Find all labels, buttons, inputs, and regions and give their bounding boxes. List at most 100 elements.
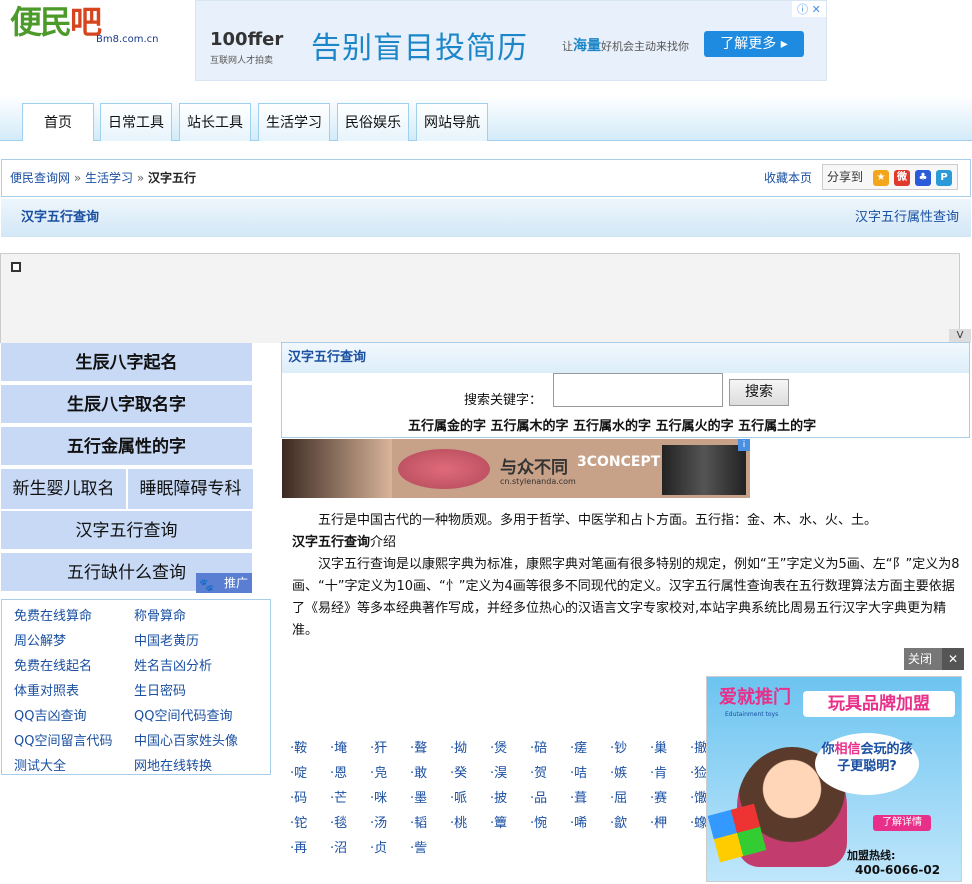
char-link[interactable]: ·聱 bbox=[410, 737, 427, 756]
char-link[interactable]: ·恩 bbox=[330, 762, 347, 781]
char-link[interactable]: ·碚 bbox=[530, 737, 547, 756]
char-link[interactable]: ·再 bbox=[290, 837, 307, 856]
list-item[interactable]: QQ空间代码查询 bbox=[134, 705, 232, 724]
char-link[interactable]: ·柙 bbox=[650, 812, 667, 831]
nav-home[interactable]: 首页 bbox=[22, 103, 94, 141]
list-item[interactable]: 中国老黄历 bbox=[134, 630, 199, 649]
close-label[interactable]: 关闭 bbox=[908, 648, 932, 670]
cosmetics-banner-ad[interactable]: 与众不同 cn.stylenanda.com 3CONCEPT EYES i bbox=[282, 439, 750, 498]
qzone-share-icon[interactable]: ★ bbox=[873, 170, 889, 186]
menu-hanzi-wuxing[interactable]: 汉字五行查询 bbox=[1, 511, 252, 551]
breadcrumb-section[interactable]: 生活学习 bbox=[85, 171, 133, 185]
char-link[interactable]: ·埯 bbox=[330, 737, 347, 756]
char-link[interactable]: ·拗 bbox=[450, 737, 467, 756]
char-link[interactable]: ·墨 bbox=[410, 787, 427, 806]
list-item[interactable]: 中国心百家姓头像 bbox=[134, 730, 238, 749]
search-input[interactable] bbox=[553, 373, 723, 407]
nav-life-study[interactable]: 生活学习 bbox=[258, 103, 330, 141]
char-link[interactable]: ·惋 bbox=[530, 812, 547, 831]
char-link[interactable]: ·披 bbox=[490, 787, 507, 806]
menu-baby-naming[interactable]: 新生婴儿取名 bbox=[1, 469, 126, 509]
char-link[interactable]: ·桃 bbox=[450, 812, 467, 831]
menu-metal-chars[interactable]: 五行金属性的字 bbox=[1, 427, 252, 467]
breadcrumb: 便民查询网 » 生活学习 » 汉字五行 收藏本页 分享到 ★ 微 ♣ P bbox=[1, 159, 971, 197]
char-link[interactable]: ·嫉 bbox=[610, 762, 627, 781]
char-link[interactable]: ·韬 bbox=[410, 812, 427, 831]
toy-franchise-ad[interactable]: 爱就推门 Edutainment toys 玩具品牌加盟 你相信会玩的孩子更聪明… bbox=[706, 676, 962, 882]
char-link[interactable]: ·钞 bbox=[610, 737, 627, 756]
list-item[interactable]: 体重对照表 bbox=[14, 680, 79, 699]
char-link[interactable]: ·猃 bbox=[690, 762, 707, 781]
close-icon[interactable]: ✕ bbox=[942, 648, 964, 670]
char-link[interactable]: ·屈 bbox=[610, 787, 627, 806]
char-link[interactable]: ·赛 bbox=[650, 787, 667, 806]
baidu-share-icon[interactable]: ♣ bbox=[915, 170, 931, 186]
list-item[interactable]: 姓名吉凶分析 bbox=[134, 655, 212, 674]
char-link[interactable]: ·煲 bbox=[490, 737, 507, 756]
char-link[interactable]: ·唏 bbox=[570, 812, 587, 831]
search-label: 搜索关键字： bbox=[464, 393, 543, 408]
menu-sleep-clinic[interactable]: 睡眠障碍专科 bbox=[128, 469, 253, 509]
search-button[interactable]: 搜索 bbox=[729, 379, 789, 406]
char-link[interactable]: ·訾 bbox=[410, 837, 427, 856]
top-banner-ad[interactable]: 100ffer 互联网人才拍卖 告别盲目投简历 让海量好机会主动来找你 了解更多… bbox=[195, 0, 827, 81]
char-link[interactable]: ·咭 bbox=[570, 762, 587, 781]
char-link[interactable]: ·贞 bbox=[370, 837, 387, 856]
char-link[interactable]: ·鞍 bbox=[290, 737, 307, 756]
list-item[interactable]: 网地在线转换 bbox=[134, 755, 212, 774]
char-link[interactable]: ·芒 bbox=[330, 787, 347, 806]
list-item[interactable]: 免费在线起名 bbox=[14, 655, 92, 674]
char-link[interactable]: ·咪 bbox=[370, 787, 387, 806]
char-link[interactable]: ·铊 bbox=[290, 812, 307, 831]
toy-ad-more-button[interactable]: 了解详情 bbox=[873, 815, 931, 831]
char-link[interactable]: ·敢 bbox=[410, 762, 427, 781]
ad-close-icon[interactable]: ⓘ ✕ bbox=[792, 1, 826, 17]
nav-site-navigation[interactable]: 网站导航 bbox=[416, 103, 488, 141]
char-link[interactable]: ·葺 bbox=[570, 787, 587, 806]
menu-bazi-name-chars[interactable]: 生辰八字取名字 bbox=[1, 385, 252, 425]
list-item[interactable]: 称骨算命 bbox=[134, 605, 186, 624]
char-link[interactable]: ·肯 bbox=[650, 762, 667, 781]
wuxing-filter-links[interactable]: 五行属金的字 五行属木的字 五行属水的字 五行属火的字 五行属土的字 bbox=[408, 415, 816, 434]
char-link[interactable]: ·犴 bbox=[370, 737, 387, 756]
float-ad-close-bar[interactable]: 关闭 ✕ bbox=[904, 648, 964, 670]
char-link[interactable]: ·癸 bbox=[450, 762, 467, 781]
char-link[interactable]: ·巢 bbox=[650, 737, 667, 756]
char-link[interactable]: ·哌 bbox=[450, 787, 467, 806]
favorite-link[interactable]: 收藏本页 bbox=[764, 160, 812, 196]
breadcrumb-home[interactable]: 便民查询网 bbox=[10, 171, 70, 185]
char-link[interactable]: ·撤 bbox=[690, 737, 707, 756]
weibo-share-icon[interactable]: 微 bbox=[894, 170, 910, 186]
nav-folk-entertainment[interactable]: 民俗娱乐 bbox=[337, 103, 409, 141]
site-logo[interactable]: 便民吧 Bm8.com.cn bbox=[10, 2, 160, 48]
char-link[interactable]: ·贺 bbox=[530, 762, 547, 781]
ad-info-icon[interactable]: i bbox=[738, 439, 750, 451]
list-item[interactable]: 周公解梦 bbox=[14, 630, 66, 649]
wuxing-attribute-link[interactable]: 汉字五行属性查询 bbox=[855, 199, 959, 237]
ad-toggle-button[interactable]: V bbox=[949, 329, 971, 343]
list-item[interactable]: 免费在线算命 bbox=[14, 605, 92, 624]
char-link[interactable]: ·歙 bbox=[610, 812, 627, 831]
nav-webmaster-tools[interactable]: 站长工具 bbox=[179, 103, 251, 141]
char-link[interactable]: ·码 bbox=[290, 787, 307, 806]
char-link[interactable]: ·沼 bbox=[330, 837, 347, 856]
list-item[interactable]: 测试大全 bbox=[14, 755, 66, 774]
nav-daily-tools[interactable]: 日常工具 bbox=[100, 103, 172, 141]
char-link[interactable]: ·馓 bbox=[690, 787, 707, 806]
more-share-icon[interactable]: P bbox=[936, 170, 952, 186]
char-link[interactable]: ·淏 bbox=[490, 762, 507, 781]
list-item[interactable]: 生日密码 bbox=[134, 680, 186, 699]
search-panel: 汉字五行查询 搜索关键字： 搜索 五行属金的字 五行属木的字 五行属水的字 五行… bbox=[281, 342, 970, 438]
char-link[interactable]: ·凫 bbox=[370, 762, 387, 781]
char-link[interactable]: ·蟓 bbox=[690, 812, 707, 831]
char-link[interactable]: ·毯 bbox=[330, 812, 347, 831]
char-link[interactable]: ·汤 bbox=[370, 812, 387, 831]
list-item[interactable]: QQ空间留言代码 bbox=[14, 730, 112, 749]
list-item[interactable]: QQ吉凶查询 bbox=[14, 705, 86, 724]
ad-cta-button[interactable]: 了解更多 ▸ bbox=[704, 31, 804, 57]
char-link[interactable]: ·啶 bbox=[290, 762, 307, 781]
char-link[interactable]: ·品 bbox=[530, 787, 547, 806]
char-link[interactable]: ·簟 bbox=[490, 812, 507, 831]
menu-bazi-naming[interactable]: 生辰八字起名 bbox=[1, 343, 252, 383]
char-link[interactable]: ·瘥 bbox=[570, 737, 587, 756]
